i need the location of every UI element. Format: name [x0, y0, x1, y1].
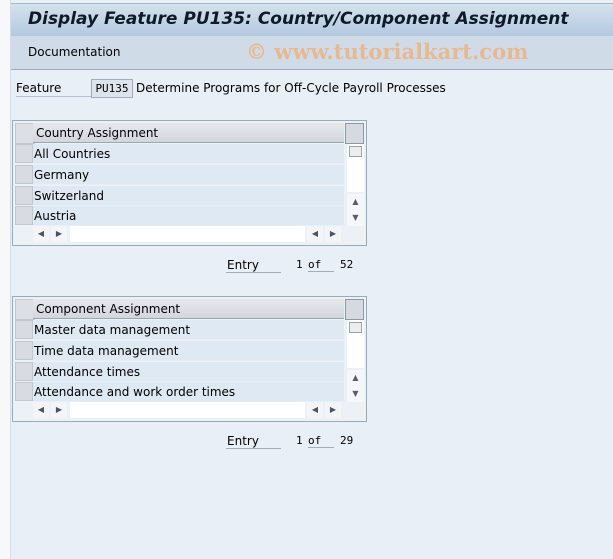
row-selector[interactable] [15, 144, 33, 163]
scroll-right-icon[interactable]: ▶ [325, 402, 341, 418]
entry-current: 1 [296, 258, 303, 271]
scroll-right-icon[interactable]: ▶ [51, 402, 67, 418]
scroll-track[interactable] [70, 402, 305, 418]
page-title: Display Feature PU135: Country/Component… [28, 9, 569, 29]
scroll-down-icon[interactable]: ▼ [347, 386, 364, 402]
scroll-left-icon[interactable]: ◀ [33, 402, 49, 418]
entry-current: 1 [296, 434, 303, 447]
table-row[interactable]: Attendance and work order times [33, 382, 344, 402]
scroll-thumb[interactable] [349, 146, 362, 157]
select-all-button[interactable] [15, 299, 35, 320]
table-settings-button[interactable] [345, 123, 364, 144]
vertical-scrollbar[interactable]: ▲ ▼ [347, 320, 364, 402]
scroll-up-icon[interactable]: ▲ [347, 370, 364, 386]
entry-total: 29 [340, 434, 354, 447]
feature-label: Feature [16, 81, 92, 97]
scroll-thumb[interactable] [349, 322, 362, 333]
title-bar: Display Feature PU135: Country/Component… [11, 3, 613, 37]
scroll-left-icon[interactable]: ◀ [307, 402, 323, 418]
entry-label: Entry [226, 258, 281, 273]
scroll-up-icon[interactable]: ▲ [347, 194, 364, 210]
vertical-scrollbar[interactable]: ▲ ▼ [347, 144, 364, 226]
feature-description: Determine Programs for Off-Cycle Payroll… [136, 81, 446, 95]
entry-field[interactable]: of [308, 434, 334, 448]
select-all-button[interactable] [15, 123, 35, 144]
horizontal-scrollbar[interactable]: ◀ ▶ ◀ ▶ [33, 402, 344, 418]
documentation-button[interactable]: Documentation [28, 45, 121, 59]
country-assignment-table: Country Assignment All Countries Germany… [12, 120, 367, 246]
watermark: © www.tutorialkart.com [246, 39, 529, 64]
table-row[interactable]: Austria [33, 206, 344, 226]
row-selector[interactable] [15, 320, 33, 339]
row-selector[interactable] [15, 362, 33, 381]
feature-field[interactable]: PU135 [91, 79, 133, 98]
component-assignment-table: Component Assignment Master data managem… [12, 296, 367, 422]
horizontal-scrollbar[interactable]: ◀ ▶ ◀ ▶ [33, 226, 344, 242]
scroll-right-icon[interactable]: ▶ [51, 226, 67, 242]
table-row[interactable]: Time data management [33, 341, 344, 361]
table-row[interactable]: Master data management [33, 320, 344, 340]
table-row[interactable]: Switzerland [33, 186, 344, 206]
row-selector[interactable] [15, 206, 33, 225]
scroll-track[interactable] [70, 226, 305, 242]
scroll-left-icon[interactable]: ◀ [307, 226, 323, 242]
row-selector[interactable] [15, 165, 33, 184]
application-toolbar: Documentation © www.tutorialkart.com [11, 36, 613, 70]
scroll-left-icon[interactable]: ◀ [33, 226, 49, 242]
row-selector[interactable] [15, 382, 33, 401]
table-settings-button[interactable] [345, 299, 364, 320]
table-row[interactable]: Germany [33, 165, 344, 185]
entry-total: 52 [340, 258, 354, 271]
row-selector[interactable] [15, 186, 33, 205]
row-selector[interactable] [15, 341, 33, 360]
column-header[interactable]: Country Assignment [33, 123, 344, 143]
scroll-right-icon[interactable]: ▶ [325, 226, 341, 242]
left-margin [0, 0, 10, 559]
table-row[interactable]: Attendance times [33, 362, 344, 382]
scroll-down-icon[interactable]: ▼ [347, 210, 364, 226]
column-header[interactable]: Component Assignment [33, 299, 344, 319]
entry-label: Entry [226, 434, 281, 449]
table-row[interactable]: All Countries [33, 144, 344, 164]
entry-field[interactable]: of [308, 258, 334, 272]
main-frame: Display Feature PU135: Country/Component… [10, 0, 613, 559]
